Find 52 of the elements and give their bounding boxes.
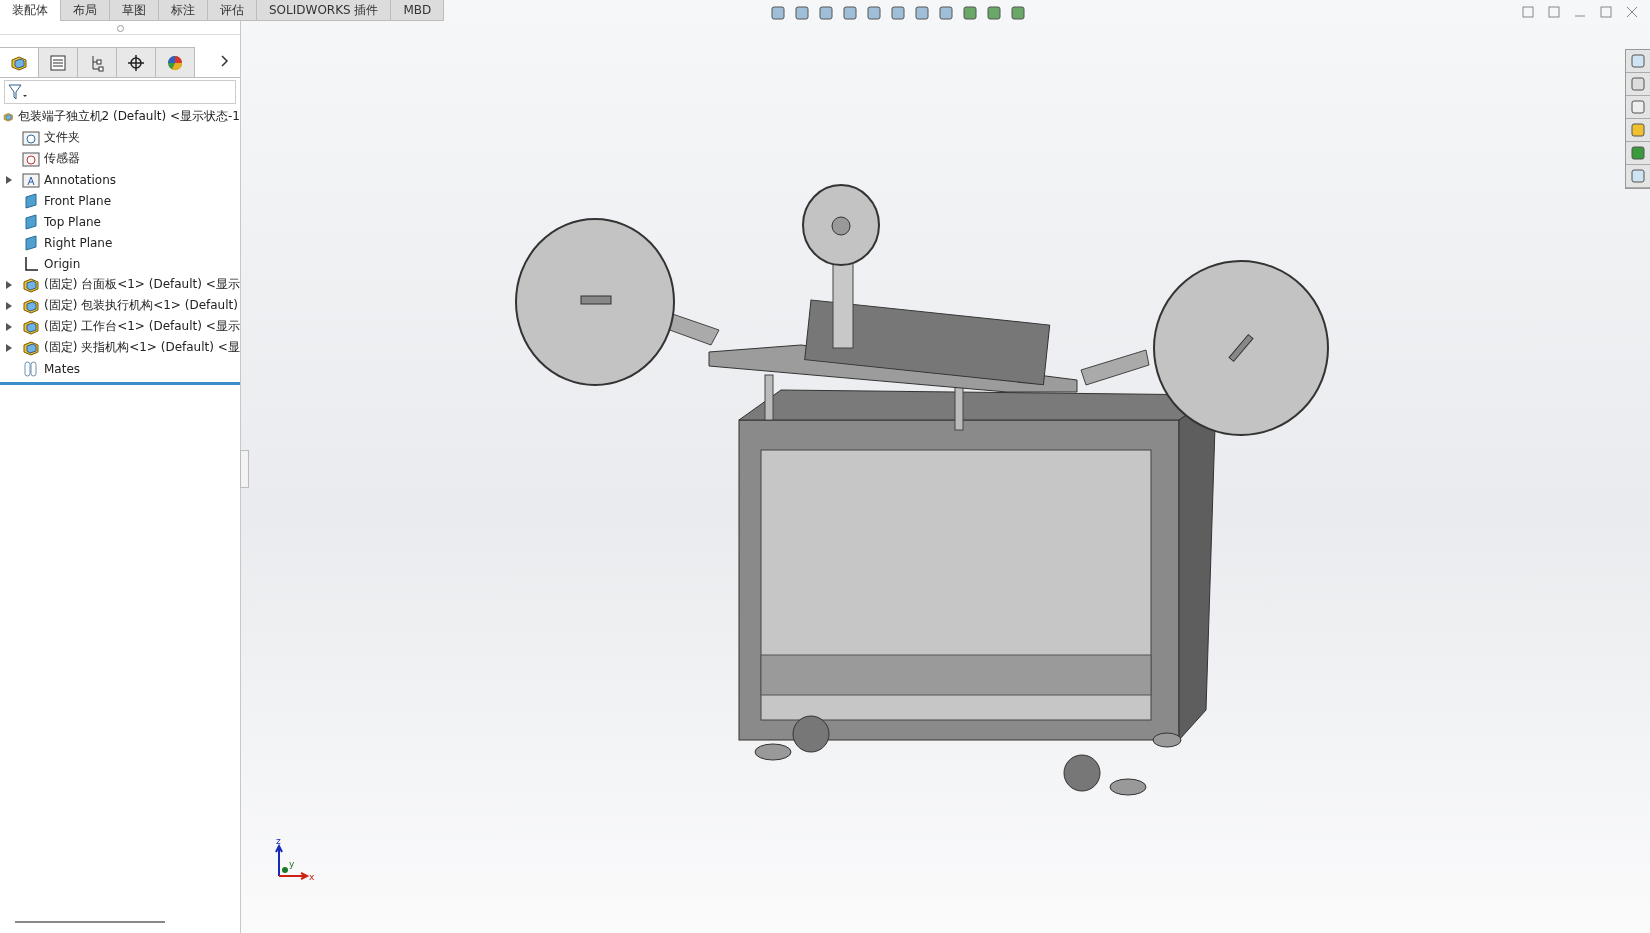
tree-item[interactable]: Mates xyxy=(44,361,81,376)
expand-arrow-icon[interactable] xyxy=(6,322,12,331)
tree-item[interactable]: Origin xyxy=(44,256,81,271)
command-tab[interactable]: 评估 xyxy=(207,0,257,21)
tree-item[interactable]: (固定) 工作台<1> (Default) <显示 xyxy=(44,318,240,335)
expand-arrow-icon[interactable] xyxy=(6,280,12,289)
folder-clock-icon xyxy=(22,129,40,146)
assembly-cube-icon xyxy=(22,276,40,293)
tree-item[interactable]: Front Plane xyxy=(44,193,112,208)
tree-item[interactable]: 文件夹 xyxy=(44,129,80,146)
task-pane-tab[interactable] xyxy=(1626,119,1650,142)
command-tab[interactable]: 布局 xyxy=(60,0,110,21)
task-pane-tab[interactable] xyxy=(1626,50,1650,73)
command-tab[interactable]: 标注 xyxy=(158,0,208,21)
tree-item[interactable]: Annotations xyxy=(44,172,117,187)
origin-icon xyxy=(22,255,40,272)
expand-arrow-icon[interactable] xyxy=(6,301,12,310)
task-pane-tab[interactable] xyxy=(1626,73,1650,96)
expand-arrow-icon[interactable] xyxy=(6,343,12,352)
panel-collapse-handle[interactable] xyxy=(240,450,249,488)
command-tab[interactable]: 草图 xyxy=(109,0,159,21)
chevron-right-icon xyxy=(221,55,229,67)
crosshair-icon xyxy=(127,53,145,72)
filter-field[interactable] xyxy=(4,80,236,104)
tree-item[interactable]: 包装端子独立机2 (Default) <显示状态-1 xyxy=(17,108,240,125)
panel-tab[interactable] xyxy=(116,47,156,77)
tree-item[interactable]: (固定) 包装执行机构<1> (Default) xyxy=(44,297,238,314)
folder-gauge-icon xyxy=(22,150,40,167)
scrollbar[interactable] xyxy=(15,921,165,923)
tree-item[interactable]: (固定) 夹指机构<1> (Default) <显 xyxy=(44,339,240,356)
filter-icon xyxy=(8,84,28,100)
task-pane-tab[interactable] xyxy=(1626,142,1650,165)
folder-letter-icon xyxy=(22,171,40,188)
close-icon[interactable] xyxy=(1626,6,1638,18)
plane-icon xyxy=(22,234,40,251)
task-pane-tab[interactable] xyxy=(1626,165,1650,188)
axis-triad-drawing: z y x xyxy=(269,836,319,886)
tree-item[interactable]: (固定) 台面板<1> (Default) <显示 xyxy=(44,276,240,293)
assembly-cube-icon xyxy=(10,54,28,71)
assembly-cube-icon xyxy=(22,339,40,356)
tree-item[interactable]: Right Plane xyxy=(44,235,113,250)
paperclip-icon xyxy=(22,360,40,377)
command-tab[interactable]: MBD xyxy=(390,0,445,21)
command-tab[interactable]: SOLIDWORKS 插件 xyxy=(256,0,392,21)
plane-icon xyxy=(22,192,40,209)
task-pane-tab[interactable] xyxy=(1626,96,1650,119)
expand-arrow-icon[interactable] xyxy=(6,175,12,184)
assembly-cube-icon xyxy=(22,297,40,314)
tree-item[interactable]: 传感器 xyxy=(44,150,80,167)
assembly-cube-icon xyxy=(22,318,40,335)
tree-item[interactable]: Top Plane xyxy=(44,214,101,229)
plane-icon xyxy=(22,213,40,230)
